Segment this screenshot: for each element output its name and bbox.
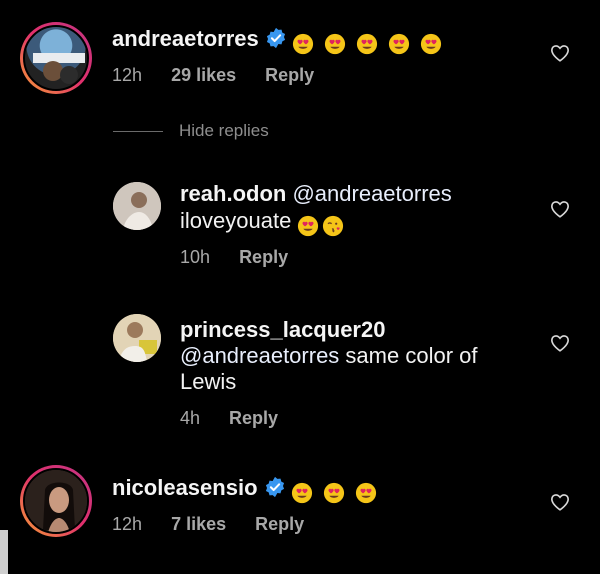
comment-header: nicoleasensio [112, 475, 380, 505]
hide-replies-button[interactable]: Hide replies [113, 121, 269, 141]
emoji-group [297, 212, 347, 238]
reply-button[interactable]: Reply [255, 514, 304, 534]
avatar-photo [33, 53, 85, 84]
emoji-group [292, 30, 446, 56]
timestamp: 4h [180, 408, 201, 428]
avatar[interactable] [20, 465, 92, 537]
reply-text-line-3: Lewis [180, 369, 236, 395]
heart-eyes-emoji [389, 34, 410, 55]
heart-eyes-emoji [298, 216, 319, 237]
verified-badge-icon [265, 476, 284, 498]
reply-text-line-1: princess_lacquer20 [180, 317, 385, 343]
emoji-group [291, 479, 380, 505]
comment-meta: 12h 7 likes Reply [112, 513, 328, 535]
heart-eyes-emoji [356, 34, 378, 55]
reply-text: iloveyouate [180, 208, 292, 233]
reply-meta: 10h Reply [180, 246, 312, 268]
scroll-edge-indicator [0, 530, 8, 574]
heart-outline-icon[interactable] [550, 200, 570, 218]
comment-header: andreaetorres [112, 26, 445, 56]
mention-link[interactable]: @andreaetorres [180, 343, 339, 368]
divider-line [113, 131, 163, 133]
reply-text: same color of [339, 343, 478, 368]
username[interactable]: reah.odon [180, 181, 286, 206]
comment-meta: 12h 29 likes Reply [112, 64, 338, 86]
timestamp: 12h [112, 65, 143, 85]
heart-eyes-emoji [291, 483, 312, 504]
timestamp: 10h [180, 247, 211, 267]
comment-andreaetorres: andreaetorres 12h 29 likes Reply [0, 0, 600, 110]
kiss-emoji [323, 216, 344, 237]
reply-princess-lacquer20: princess_lacquer20 @andreaetorres same c… [0, 305, 600, 435]
mention-link[interactable]: @andreaetorres [292, 181, 451, 206]
reply-button[interactable]: Reply [239, 247, 288, 267]
avatar-photo [113, 182, 161, 230]
reply-button[interactable]: Reply [265, 65, 314, 85]
reply-text-line-2: @andreaetorres same color of [180, 343, 477, 369]
hide-replies-label: Hide replies [179, 121, 269, 140]
verified-badge-icon [266, 27, 285, 49]
heart-eyes-emoji [355, 483, 376, 504]
heart-eyes-emoji [292, 34, 313, 55]
username[interactable]: princess_lacquer20 [180, 317, 385, 342]
avatar-photo [113, 314, 161, 362]
timestamp: 12h [112, 514, 143, 534]
likes-count[interactable]: 7 likes [171, 514, 226, 534]
reply-button[interactable]: Reply [229, 408, 278, 428]
heart-eyes-emoji [421, 34, 442, 55]
heart-eyes-emoji [324, 34, 345, 55]
username[interactable]: andreaetorres [112, 26, 259, 51]
heart-outline-icon[interactable] [550, 334, 570, 352]
avatar[interactable] [113, 182, 161, 230]
reply-meta: 4h Reply [180, 407, 302, 429]
heart-outline-icon[interactable] [550, 44, 570, 62]
heart-outline-icon[interactable] [550, 493, 570, 511]
avatar-photo [25, 470, 87, 532]
heart-eyes-emoji [323, 483, 344, 504]
likes-count[interactable]: 29 likes [171, 65, 236, 85]
comment-nicoleasensio: nicoleasensio 12h 7 likes Reply [0, 460, 600, 574]
avatar[interactable] [113, 314, 161, 362]
username[interactable]: nicoleasensio [112, 475, 258, 500]
reply-text-line-2: iloveyouate [180, 208, 347, 238]
reply-text-line-1: reah.odon @andreaetorres [180, 181, 452, 207]
reply-reah-odon: reah.odon @andreaetorres iloveyouate 10h… [0, 170, 600, 280]
avatar[interactable] [20, 22, 92, 94]
reply-text-continued: Lewis [180, 369, 237, 394]
